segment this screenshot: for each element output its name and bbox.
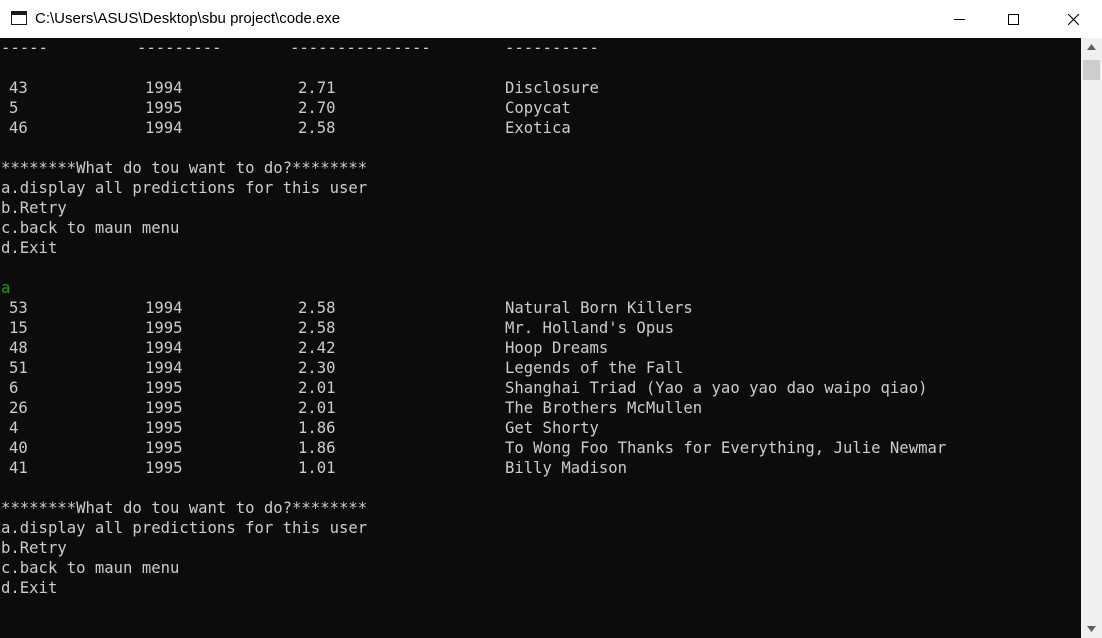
maximize-icon	[1008, 14, 1019, 25]
prediction-score: 2.71	[298, 79, 336, 97]
rule-score: ---------------	[290, 39, 431, 57]
movie-year: 1994	[145, 119, 183, 137]
close-icon	[1068, 14, 1079, 25]
menu-option-exit: d.Exit	[1, 239, 58, 257]
movie-year: 1995	[145, 99, 183, 117]
movie-title: Natural Born Killers	[505, 299, 693, 317]
result-row: 5 1995 2.70 Copycat	[1, 98, 571, 118]
result-row: 46 1994 2.58 Exotica	[1, 118, 571, 138]
menu-option-display: a.display all predictions for this user	[1, 519, 368, 537]
result-row: 51 1994 2.30 Legends of the Fall	[1, 358, 683, 378]
menu-prompt: ********What do tou want to do?********	[1, 159, 368, 177]
menu-option-exit: d.Exit	[1, 579, 58, 597]
menu-option-retry: b.Retry	[1, 199, 67, 217]
movie-title: Legends of the Fall	[505, 359, 684, 377]
scroll-up-arrow-icon	[1087, 44, 1096, 50]
result-row: 43 1994 2.71 Disclosure	[1, 78, 599, 98]
console-output[interactable]: ----- --------- --------------- --------…	[0, 38, 1081, 638]
prediction-score: 2.58	[298, 119, 336, 137]
movie-year: 1995	[145, 439, 183, 457]
prediction-score: 1.01	[298, 459, 336, 477]
movie-title: Disclosure	[505, 79, 599, 97]
close-button[interactable]	[1044, 0, 1102, 38]
movie-title: Shanghai Triad (Yao a yao yao dao waipo …	[505, 379, 928, 397]
movie-year: 1995	[145, 319, 183, 337]
movie-title: Exotica	[505, 119, 571, 137]
rule-title: ----------	[505, 39, 599, 57]
table-header-rule: ----- --------- --------------- --------…	[1, 38, 599, 58]
movie-year: 1995	[145, 419, 183, 437]
movie-year: 1995	[145, 459, 183, 477]
maximize-button[interactable]	[984, 0, 1042, 38]
movie-id: 53	[9, 299, 28, 317]
prediction-score: 2.70	[298, 99, 336, 117]
movie-id: 46	[9, 119, 28, 137]
movie-id: 43	[9, 79, 28, 97]
movie-year: 1995	[145, 379, 183, 397]
prediction-score: 2.30	[298, 359, 336, 377]
menu-option-back: c.back to maun menu	[1, 559, 180, 577]
movie-id: 5	[9, 99, 19, 117]
menu-prompt: ********What do tou want to do?********	[1, 499, 368, 517]
movie-id: 26	[9, 399, 28, 417]
movie-id: 6	[9, 379, 19, 397]
prediction-score: 2.01	[298, 399, 336, 417]
movie-id: 40	[9, 439, 28, 457]
menu-option-display: a.display all predictions for this user	[1, 179, 368, 197]
result-row: 15 1995 2.58 Mr. Holland's Opus	[1, 318, 674, 338]
movie-year: 1994	[145, 359, 183, 377]
minimize-button[interactable]	[930, 0, 988, 38]
movie-title: Get Shorty	[505, 419, 599, 437]
movie-title: Mr. Holland's Opus	[505, 319, 674, 337]
prediction-score: 2.01	[298, 379, 336, 397]
minimize-icon	[954, 19, 965, 20]
rule-id: -----	[1, 39, 48, 57]
prediction-score: 2.58	[298, 299, 336, 317]
prediction-score: 2.42	[298, 339, 336, 357]
movie-id: 4	[9, 419, 19, 437]
result-row: 6 1995 2.01 Shanghai Triad (Yao a yao ya…	[1, 378, 927, 398]
movie-id: 15	[9, 319, 28, 337]
movie-year: 1994	[145, 79, 183, 97]
prediction-score: 1.86	[298, 419, 336, 437]
movie-year: 1994	[145, 299, 183, 317]
result-row: 48 1994 2.42 Hoop Dreams	[1, 338, 608, 358]
movie-id: 48	[9, 339, 28, 357]
menu-option-back: c.back to maun menu	[1, 219, 180, 237]
movie-year: 1994	[145, 339, 183, 357]
movie-title: Hoop Dreams	[505, 339, 609, 357]
title-bar[interactable]: C:\Users\ASUS\Desktop\sbu project\code.e…	[0, 0, 1102, 38]
result-row: 41 1995 1.01 Billy Madison	[1, 458, 627, 478]
movie-year: 1995	[145, 399, 183, 417]
movie-title: To Wong Foo Thanks for Everything, Julie…	[505, 439, 947, 457]
user-input-echo: a	[1, 279, 11, 297]
console-app-icon	[11, 11, 27, 25]
movie-id: 51	[9, 359, 28, 377]
prediction-score: 2.58	[298, 319, 336, 337]
movie-title: Copycat	[505, 99, 571, 117]
scroll-down-button[interactable]	[1081, 620, 1102, 638]
scrollbar-thumb[interactable]	[1083, 60, 1100, 80]
movie-id: 41	[9, 459, 28, 477]
console-window: C:\Users\ASUS\Desktop\sbu project\code.e…	[0, 0, 1102, 638]
movie-title: Billy Madison	[505, 459, 628, 477]
scroll-up-button[interactable]	[1081, 38, 1102, 56]
result-row: 53 1994 2.58 Natural Born Killers	[1, 298, 693, 318]
result-row: 4 1995 1.86 Get Shorty	[1, 418, 599, 438]
result-row: 40 1995 1.86 To Wong Foo Thanks for Ever…	[1, 438, 946, 458]
result-row: 26 1995 2.01 The Brothers McMullen	[1, 398, 702, 418]
vertical-scrollbar[interactable]	[1081, 38, 1102, 638]
movie-title: The Brothers McMullen	[505, 399, 703, 417]
rule-year: ---------	[137, 39, 222, 57]
window-title: C:\Users\ASUS\Desktop\sbu project\code.e…	[35, 10, 341, 27]
menu-option-retry: b.Retry	[1, 539, 67, 557]
prediction-score: 1.86	[298, 439, 336, 457]
scroll-down-arrow-icon	[1087, 626, 1096, 632]
